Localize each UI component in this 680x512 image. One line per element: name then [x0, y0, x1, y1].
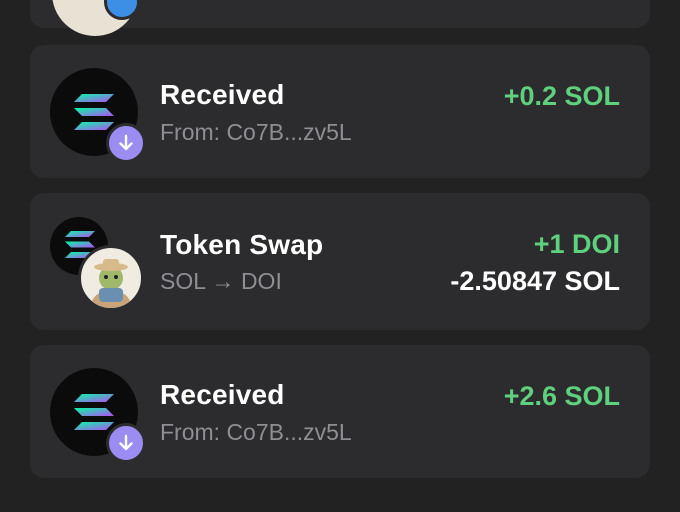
transaction-card-swap[interactable]: Token Swap SOL → DOI +1 DOI -2.50847 SOL [30, 193, 650, 330]
doi-token-icon [78, 245, 144, 311]
transaction-sender: From: Co7B...zv5L [160, 419, 352, 445]
transaction-title: Received [160, 379, 285, 410]
swap-amount-out: -2.50847 SOL [450, 266, 620, 296]
swap-pair: SOL → DOI [160, 268, 282, 294]
transaction-amount: +2.6 SOL [503, 381, 620, 411]
transaction-sender: From: Co7B...zv5L [160, 119, 352, 145]
transaction-title: Received [160, 79, 285, 110]
transaction-amount: +0.2 SOL [503, 81, 620, 111]
transaction-card-received-2[interactable]: Received From: Co7B...zv5L +2.6 SOL [30, 345, 650, 478]
transaction-title: Token Swap [160, 229, 324, 260]
arrow-down-icon [106, 423, 146, 463]
transaction-card-partial[interactable] [30, 0, 650, 36]
arrow-down-icon [106, 123, 146, 163]
transaction-card-received-1[interactable]: Received From: Co7B...zv5L +0.2 SOL [30, 45, 650, 178]
swap-amount-in: +1 DOI [533, 229, 620, 259]
